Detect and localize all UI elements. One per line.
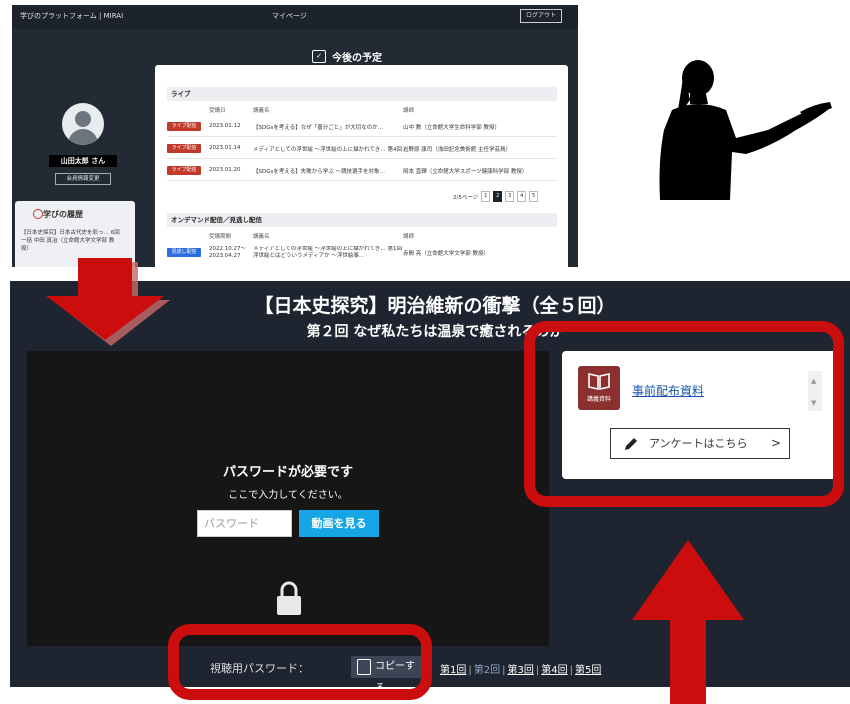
annotation-arrows [46,258,744,704]
arrow-down [46,258,164,340]
arrow-up [632,540,744,704]
